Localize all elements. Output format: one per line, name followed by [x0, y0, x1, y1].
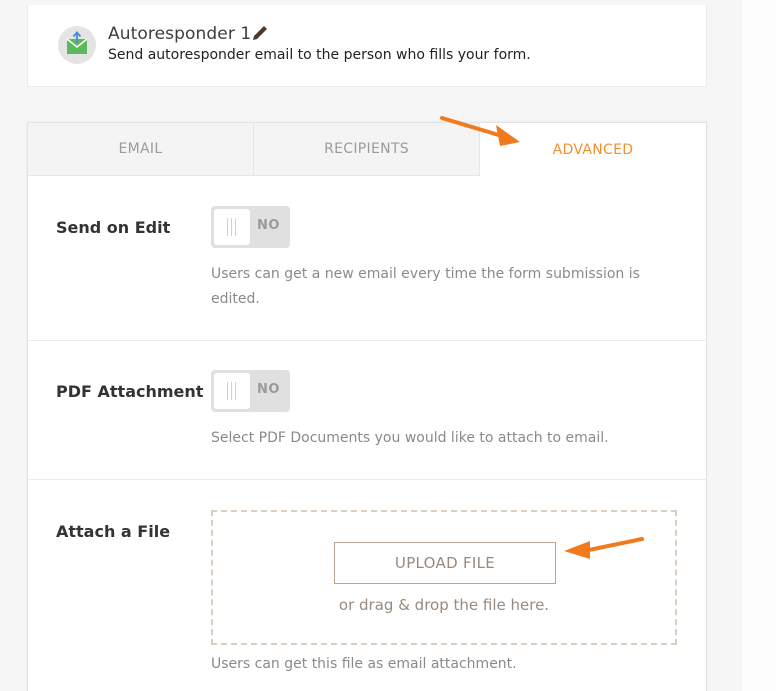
pdf-attachment-label: PDF Attachment — [56, 382, 204, 401]
toggle-state-label: NO — [257, 382, 280, 397]
pencil-icon[interactable] — [250, 23, 270, 47]
autoresponder-description: Send autoresponder email to the person w… — [108, 47, 531, 63]
autoresponder-title: Autoresponder 1 — [108, 24, 252, 44]
pdf-attachment-toggle[interactable]: NO — [211, 370, 290, 412]
upload-file-button[interactable]: UPLOAD FILE — [334, 542, 556, 584]
envelope-icon — [58, 26, 96, 64]
toggle-state-label: NO — [257, 218, 280, 233]
toggle-knob — [214, 209, 250, 245]
tab-bar: EMAIL RECIPIENTS ADVANCED — [28, 123, 706, 176]
send-on-edit-section: Send on Edit NO Users can get a new emai… — [28, 176, 706, 341]
file-dropzone[interactable]: UPLOAD FILE or drag & drop the file here… — [211, 510, 677, 645]
annotation-arrow-icon — [564, 537, 644, 559]
tab-email[interactable]: EMAIL — [28, 123, 254, 176]
pdf-attachment-section: PDF Attachment NO Select PDF Documents y… — [28, 341, 706, 480]
pdf-attachment-help: Select PDF Documents you would like to a… — [211, 430, 609, 446]
send-on-edit-help: Users can get a new email every time the… — [211, 266, 640, 307]
attach-file-label: Attach a File — [56, 522, 171, 541]
attach-file-help: Users can get this file as email attachm… — [211, 656, 517, 672]
page-right-margin — [742, 0, 776, 691]
toggle-knob — [214, 373, 250, 409]
attach-file-section: Attach a File UPLOAD FILE or drag & drop… — [28, 480, 706, 691]
autoresponder-header: Autoresponder 1 Send autoresponder email… — [27, 5, 707, 87]
send-on-edit-label: Send on Edit — [56, 218, 171, 237]
drop-hint-text: or drag & drop the file here. — [338, 596, 550, 614]
send-on-edit-toggle[interactable]: NO — [211, 206, 290, 248]
annotation-arrow-icon — [440, 116, 520, 146]
settings-panel: EMAIL RECIPIENTS ADVANCED Send on Edit N… — [27, 122, 707, 691]
